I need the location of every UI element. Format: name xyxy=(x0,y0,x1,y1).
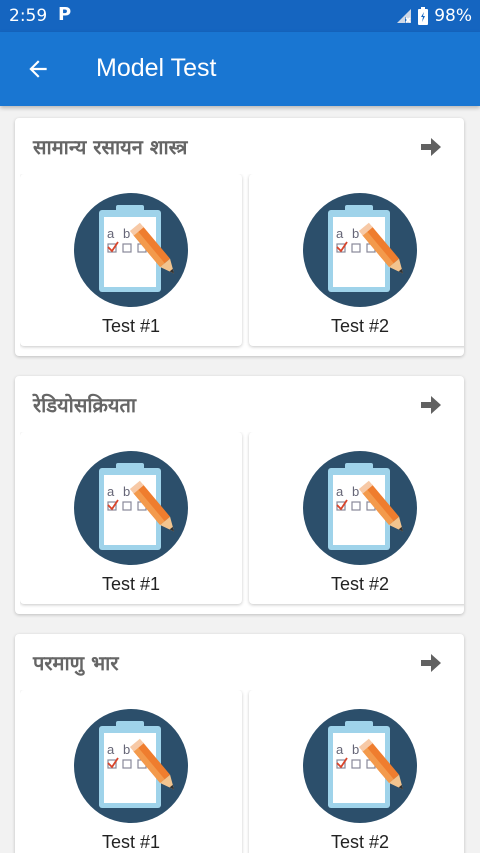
thumb-letter-b: b xyxy=(123,226,130,241)
test-cards-row[interactable]: a b c Test #1 xyxy=(20,690,464,853)
quiz-clipboard-icon: a b c xyxy=(303,451,417,565)
test-label: Test #1 xyxy=(101,574,161,594)
test-cards-row[interactable]: a b c Test #1 xyxy=(20,432,464,608)
test-card[interactable]: a b c Test #1 xyxy=(20,432,242,604)
battery-icon xyxy=(418,7,429,25)
thumb-letter-a: a xyxy=(336,742,344,757)
section-card: परमाणु भार a b c xyxy=(15,634,464,853)
section-open-button[interactable] xyxy=(418,650,444,676)
sections-list[interactable]: सामान्य रसायन शास्त्र a b c xyxy=(0,106,480,853)
test-card[interactable]: a b c Test #2 xyxy=(249,690,464,853)
quiz-clipboard-icon: a b c xyxy=(74,451,188,565)
test-card[interactable]: a b c Test #1 xyxy=(20,690,242,853)
thumb-letter-b: b xyxy=(352,484,359,499)
arrow-right-icon xyxy=(421,654,441,672)
thumb-letter-a: a xyxy=(336,226,344,241)
section-title: परमाणु भार xyxy=(33,651,119,675)
test-label: Test #2 xyxy=(330,832,390,852)
app-bar: Model Test xyxy=(0,32,480,106)
test-label: Test #2 xyxy=(330,316,390,336)
test-card[interactable]: a b c Test #2 xyxy=(249,432,464,604)
test-card[interactable]: a b c Test #2 xyxy=(249,174,464,346)
arrow-left-icon xyxy=(29,60,47,78)
test-label: Test #1 xyxy=(101,316,161,336)
section-title: रेडियोसक्रियता xyxy=(33,393,137,417)
page-title: Model Test xyxy=(96,54,217,82)
signal-icon xyxy=(397,9,412,23)
thumb-letter-a: a xyxy=(107,742,115,757)
section-open-button[interactable] xyxy=(418,392,444,418)
battery-percent: 98% xyxy=(434,6,472,26)
test-label: Test #1 xyxy=(101,832,161,852)
thumb-letter-b: b xyxy=(352,742,359,757)
test-cards-row[interactable]: a b c Test #1 xyxy=(20,174,464,350)
quiz-clipboard-icon: a b c xyxy=(74,193,188,307)
test-card[interactable]: a b c Test #1 xyxy=(20,174,242,346)
status-time: 2:59 xyxy=(9,6,48,26)
app-notification-icon: P xyxy=(58,4,72,25)
arrow-right-icon xyxy=(421,396,441,414)
section-card: सामान्य रसायन शास्त्र a b c xyxy=(15,118,464,356)
thumb-letter-a: a xyxy=(107,226,115,241)
section-title: सामान्य रसायन शास्त्र xyxy=(33,135,188,159)
section-header: परमाणु भार xyxy=(15,634,464,690)
section-header: रेडियोसक्रियता xyxy=(15,376,464,432)
thumb-letter-a: a xyxy=(107,484,115,499)
quiz-clipboard-icon: a b c xyxy=(303,193,417,307)
test-label: Test #2 xyxy=(330,574,390,594)
thumb-letter-b: b xyxy=(123,484,130,499)
quiz-clipboard-icon: a b c xyxy=(74,709,188,823)
section-header: सामान्य रसायन शास्त्र xyxy=(15,118,464,174)
thumb-letter-a: a xyxy=(336,484,344,499)
back-button[interactable] xyxy=(20,51,56,87)
thumb-letter-b: b xyxy=(352,226,359,241)
section-card: रेडियोसक्रियता a b c xyxy=(15,376,464,614)
quiz-clipboard-icon: a b c xyxy=(303,709,417,823)
status-indicators: 98% xyxy=(396,6,472,26)
status-bar: 2:59 P 98% xyxy=(0,0,480,32)
arrow-right-icon xyxy=(421,138,441,156)
thumb-letter-b: b xyxy=(123,742,130,757)
section-open-button[interactable] xyxy=(418,134,444,160)
